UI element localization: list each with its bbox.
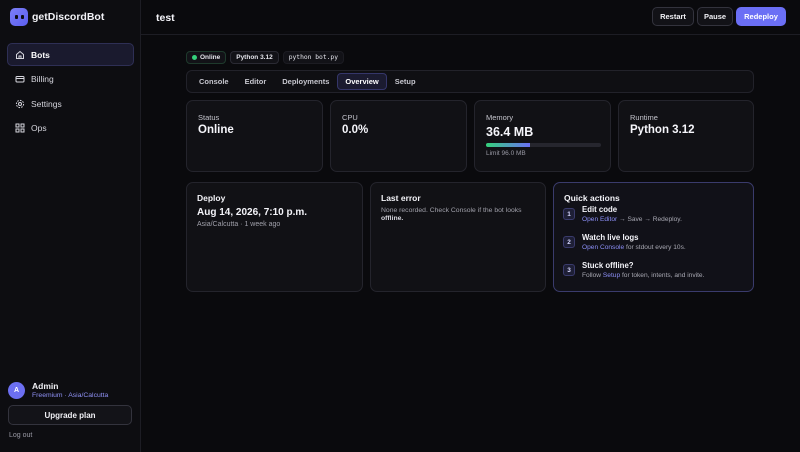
stat-label: Status: [198, 113, 220, 122]
deploy-date: Aug 14, 2026, 7:10 p.m.: [197, 207, 308, 218]
quick-action-title: Watch live logs: [582, 233, 639, 242]
page-title: test: [156, 12, 175, 24]
quick-action-desc: Follow Setup for token, intents, and inv…: [582, 272, 705, 279]
brand[interactable]: getDiscordBot: [10, 8, 104, 26]
sidebar-item-label: Billing: [31, 74, 54, 84]
stat-value: 36.4 MB: [486, 125, 534, 139]
grid-icon: [15, 123, 25, 133]
card-title: Deploy: [197, 193, 226, 203]
quick-actions-card: Quick actions 1 Edit code Open Editor → …: [553, 182, 754, 292]
runtime-badge: Python 3.12: [230, 51, 279, 64]
quick-action-title: Edit code: [582, 205, 618, 214]
brand-name: getDiscordBot: [32, 11, 105, 23]
tab-editor[interactable]: Editor: [237, 73, 275, 90]
card-title: Quick actions: [564, 193, 620, 203]
last-error-text: None recorded. Check Console if the bot …: [381, 207, 522, 223]
quick-action-item: 3 Stuck offline? Follow Setup for token,…: [563, 261, 704, 279]
home-icon: [16, 50, 24, 59]
step-number: 3: [563, 264, 575, 276]
online-dot-icon: [192, 55, 197, 60]
card-title: Last error: [381, 193, 421, 203]
pause-button[interactable]: Pause: [697, 7, 733, 26]
stat-value: Python 3.12: [630, 124, 695, 136]
redeploy-button[interactable]: Redeploy: [736, 7, 786, 26]
sidebar-item-billing[interactable]: Billing: [7, 68, 134, 91]
sidebar-item-label: Settings: [31, 98, 62, 109]
memory-card: Memory 36.4 MB Limit 96.0 MB: [474, 100, 611, 172]
upgrade-plan-button[interactable]: Upgrade plan: [8, 405, 132, 425]
quick-action-item: 1 Edit code Open Editor → Save → Redeplo…: [563, 205, 682, 223]
user-profile[interactable]: A Admin Freemium · Asia/Calcutta: [8, 381, 108, 399]
tab-bar: Console Editor Deployments Overview Setu…: [186, 70, 754, 93]
quick-action-desc: Open Editor → Save → Redeploy.: [582, 216, 682, 223]
stat-value: 0.0%: [342, 124, 369, 136]
memory-usage-bar: [486, 143, 601, 147]
open-console-link[interactable]: Open Console: [582, 244, 624, 251]
sidebar-nav: Bots Billing Settings Ops: [7, 43, 134, 141]
user-name: Admin: [32, 381, 59, 391]
status-badge-label: Online: [200, 54, 221, 61]
credit-card-icon: [15, 76, 25, 83]
tab-setup[interactable]: Setup: [387, 73, 424, 90]
gear-icon: [15, 99, 25, 108]
sidebar-item-label: Ops: [31, 123, 47, 133]
user-plan: Freemium · Asia/Calcutta: [32, 392, 109, 399]
memory-limit: Limit 96.0 MB: [486, 150, 526, 157]
deploy-timezone: Asia/Calcutta · 1 week ago: [197, 221, 281, 228]
sidebar-item-label: Bots: [31, 49, 50, 60]
deploy-card: Deploy Aug 14, 2026, 7:10 p.m. Asia/Calc…: [186, 182, 363, 292]
stat-value: Online: [198, 124, 234, 136]
quick-action-title: Stuck offline?: [582, 261, 634, 270]
tab-console[interactable]: Console: [191, 73, 237, 90]
quick-action-item: 2 Watch live logs Open Console for stdou…: [563, 233, 686, 251]
bot-badges: Online Python 3.12 python bot.py: [186, 51, 345, 64]
tab-deployments[interactable]: Deployments: [274, 73, 337, 90]
stat-label: CPU: [342, 113, 358, 122]
status-card: Status Online: [186, 100, 323, 172]
avatar: A: [8, 381, 25, 399]
bot-logo-icon: [10, 8, 28, 26]
sidebar-item-ops[interactable]: Ops: [7, 117, 134, 140]
cpu-card: CPU 0.0%: [330, 100, 467, 172]
sidebar-item-settings[interactable]: Settings: [7, 92, 134, 115]
logout-link[interactable]: Log out: [9, 432, 32, 439]
runtime-card: Runtime Python 3.12: [618, 100, 754, 172]
memory-usage-fill: [486, 143, 530, 147]
open-editor-link[interactable]: Open Editor: [582, 216, 617, 223]
quick-action-desc: Open Console for stdout every 10s.: [582, 244, 686, 251]
step-number: 1: [563, 208, 575, 220]
sidebar-item-bots[interactable]: Bots: [7, 43, 134, 66]
sidebar: getDiscordBot Bots Billing Settings Ops …: [0, 0, 141, 452]
tab-overview[interactable]: Overview: [337, 73, 387, 90]
setup-link[interactable]: Setup: [603, 272, 620, 279]
command-badge: python bot.py: [282, 51, 345, 64]
stat-label: Runtime: [630, 113, 658, 122]
status-badge: Online: [186, 51, 227, 64]
restart-button[interactable]: Restart: [652, 7, 694, 26]
topbar: test Restart Pause Redeploy: [141, 0, 800, 35]
step-number: 2: [563, 236, 575, 248]
last-error-card: Last error None recorded. Check Console …: [370, 182, 546, 292]
stat-label: Memory: [486, 113, 514, 122]
